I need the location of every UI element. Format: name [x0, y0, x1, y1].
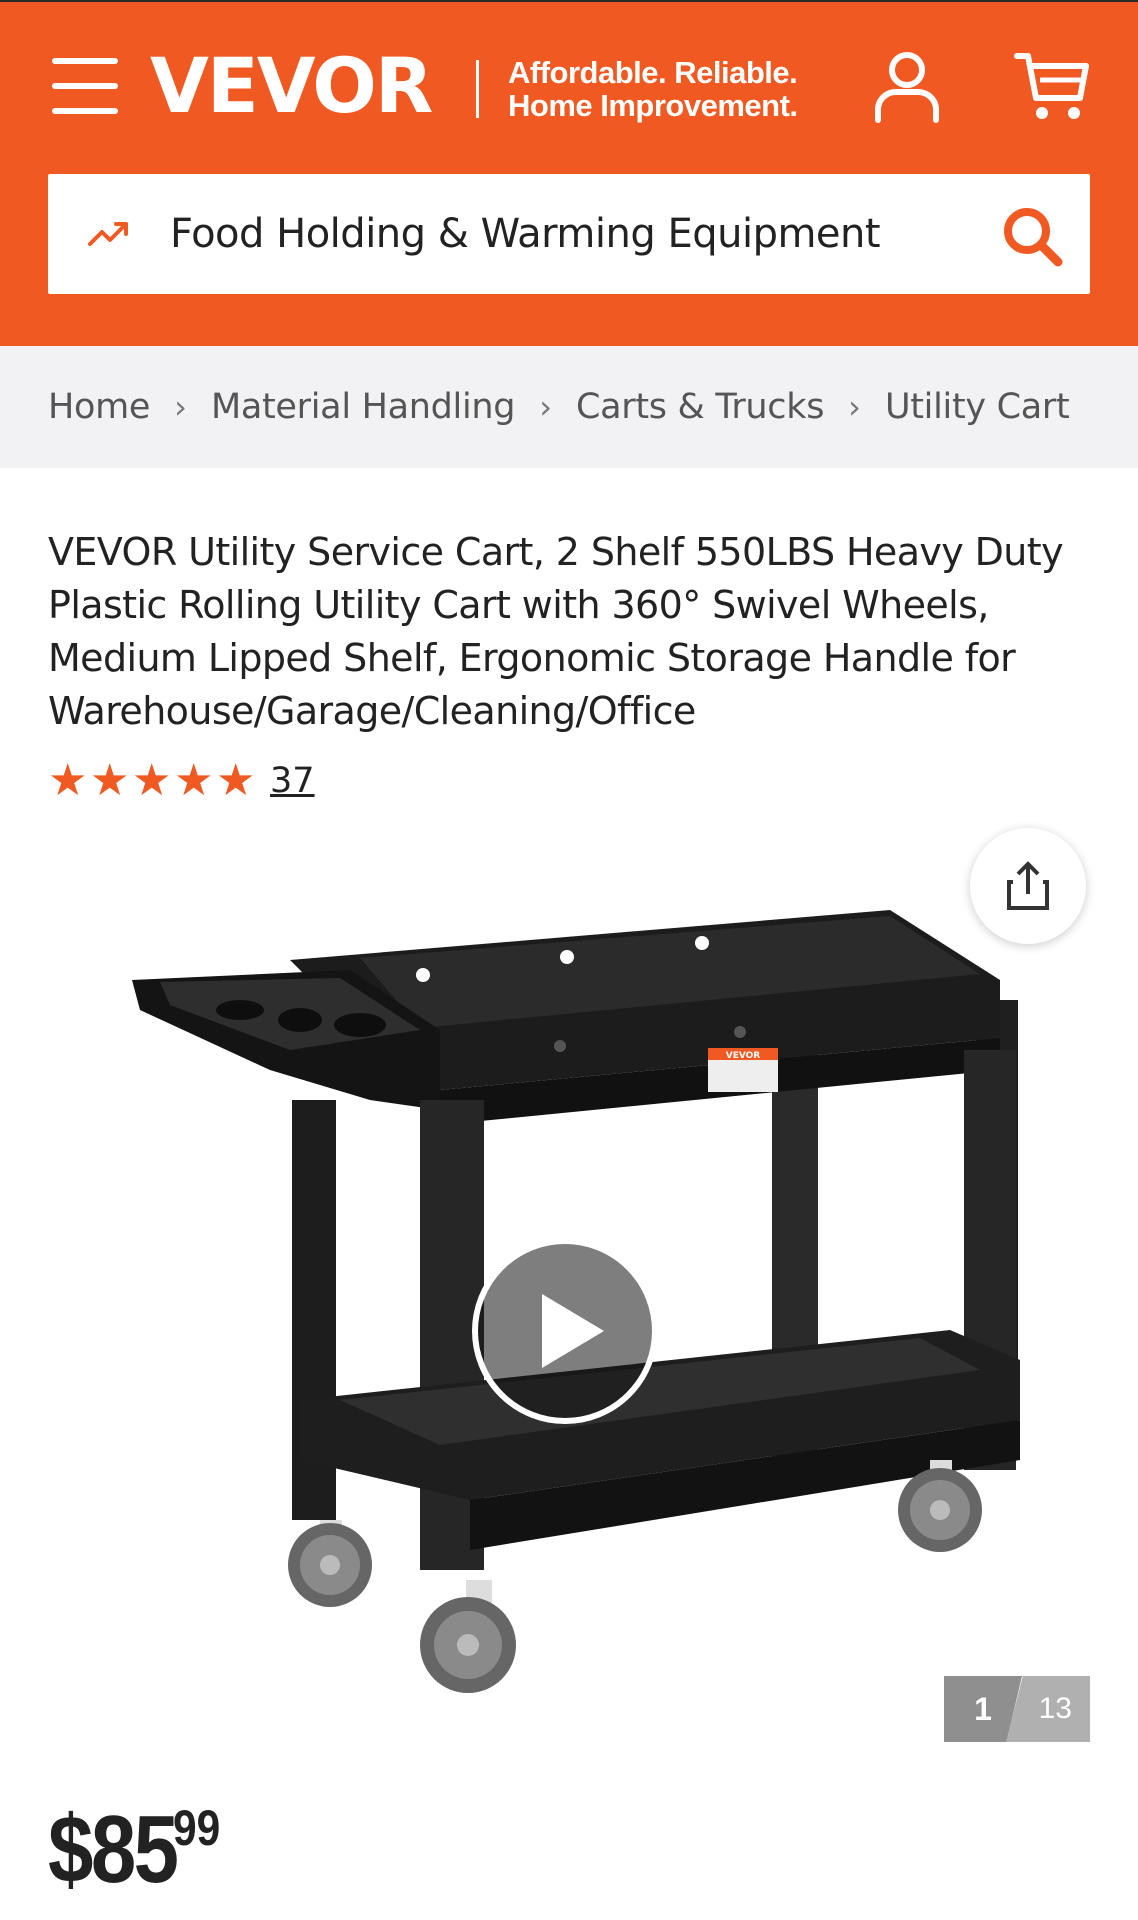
- image-brand-label: VEVOR: [726, 1051, 761, 1061]
- breadcrumb-utility-cart[interactable]: Utility Cart: [885, 387, 1070, 427]
- cart-icon[interactable]: [1014, 50, 1090, 122]
- star-rating: ★ ★ ★ ★ ★: [48, 756, 258, 805]
- vevor-logo[interactable]: VEVOR: [150, 41, 433, 130]
- account-icon[interactable]: [872, 50, 942, 124]
- share-button[interactable]: [970, 828, 1086, 944]
- star-icon: ★: [132, 756, 172, 805]
- search-icon[interactable]: [1000, 204, 1064, 268]
- product-rating: ★ ★ ★ ★ ★ 37: [48, 756, 315, 805]
- site-header: VEVOR Affordable. Reliable. Home Improve…: [0, 0, 1138, 346]
- breadcrumb-carts-trucks[interactable]: Carts & Trucks: [576, 387, 824, 427]
- product-title: VEVOR Utility Service Cart, 2 Shelf 550L…: [48, 530, 1064, 733]
- chevron-right-icon: ›: [539, 388, 552, 426]
- search-input[interactable]: Food Holding & Warming Equipment: [170, 174, 881, 294]
- play-video-button[interactable]: [470, 1236, 660, 1426]
- search-bar[interactable]: Food Holding & Warming Equipment: [48, 174, 1090, 294]
- star-icon: ★: [48, 756, 88, 805]
- star-icon: ★: [174, 756, 214, 805]
- price-cents: 99: [173, 1800, 221, 1856]
- logo-text: VEVOR: [150, 41, 433, 130]
- star-icon: ★: [216, 756, 256, 805]
- breadcrumb: Home › Material Handling › Carts & Truck…: [0, 346, 1138, 468]
- share-icon: [1007, 861, 1049, 910]
- review-count-link[interactable]: 37: [270, 761, 315, 801]
- menu-icon[interactable]: [52, 58, 118, 114]
- breadcrumb-home[interactable]: Home: [48, 387, 150, 427]
- chevron-right-icon: ›: [848, 388, 861, 426]
- play-icon: [472, 1238, 658, 1424]
- logo-divider: [476, 60, 479, 118]
- image-pager[interactable]: 1 13: [944, 1676, 1090, 1742]
- chevron-right-icon: ›: [174, 388, 187, 426]
- price-whole: $85: [48, 1796, 179, 1903]
- tagline-line1: Affordable. Reliable.: [508, 55, 798, 90]
- product-price: $85 99: [48, 1800, 229, 1900]
- tagline: Affordable. Reliable. Home Improvement.: [508, 56, 798, 122]
- star-icon: ★: [90, 756, 130, 805]
- trending-icon: [86, 214, 134, 254]
- tagline-line2: Home Improvement.: [508, 88, 798, 123]
- breadcrumb-material-handling[interactable]: Material Handling: [211, 387, 516, 427]
